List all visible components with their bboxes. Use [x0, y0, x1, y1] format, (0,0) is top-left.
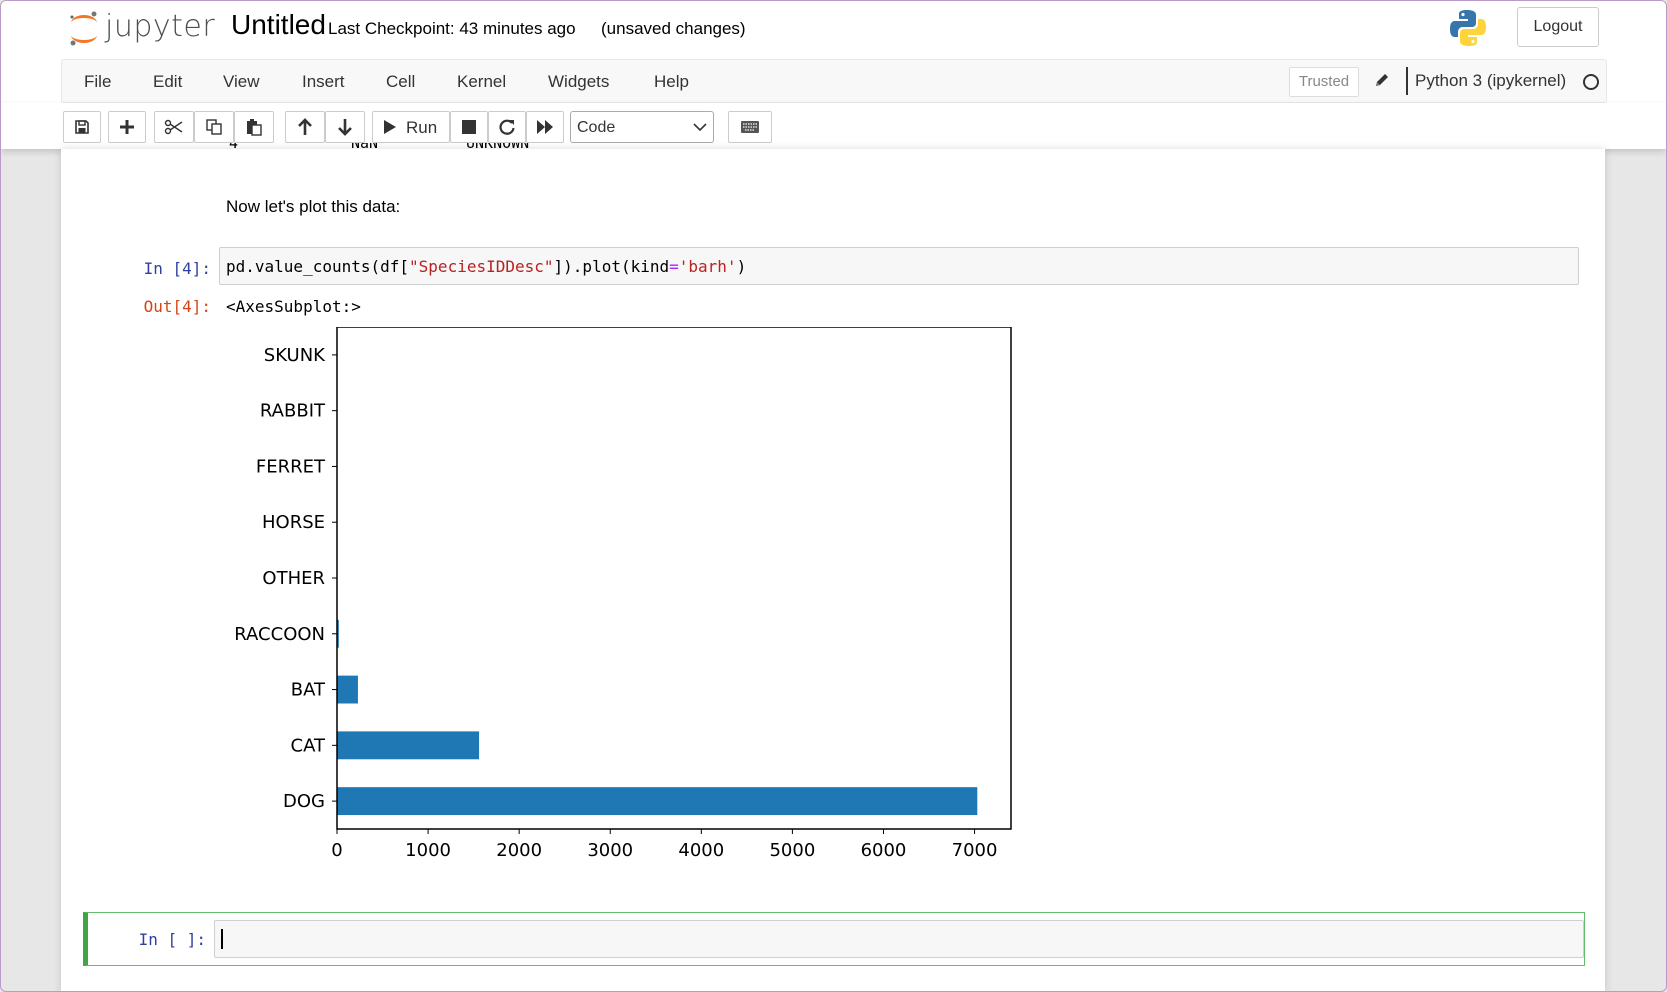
x-tick-label: 7000 — [952, 840, 998, 861]
browser-frame: jupyter Untitled Last Checkpoint: 43 min… — [0, 0, 1667, 992]
run-button[interactable]: Run — [372, 111, 450, 143]
chevron-down-icon — [693, 123, 707, 132]
cut-button[interactable] — [154, 111, 194, 143]
table-cell: 4 — [229, 143, 239, 152]
insert-cell-button[interactable] — [108, 111, 146, 143]
code-token: ]).plot(kind — [553, 257, 670, 276]
x-tick-label: 2000 — [496, 840, 542, 861]
bar-bat — [337, 675, 358, 704]
y-tick-label: BAT — [291, 680, 326, 701]
x-tick-label: 6000 — [861, 840, 907, 861]
menu-file[interactable]: File — [84, 72, 111, 92]
paste-button[interactable] — [234, 111, 274, 143]
y-tick-label: CAT — [291, 735, 326, 756]
x-tick-label: 5000 — [769, 840, 815, 861]
pencil-icon[interactable] — [1373, 71, 1391, 89]
output-text: <AxesSubplot:> — [226, 297, 361, 316]
arrow-up-icon — [298, 118, 312, 135]
scissors-icon — [164, 119, 183, 135]
code-text: pd.value_counts(df["SpeciesIDDesc"]).plo… — [226, 257, 746, 276]
interrupt-button[interactable] — [450, 111, 488, 143]
bar-dog — [337, 787, 978, 816]
checkpoint-status: Last Checkpoint: 43 minutes ago — [328, 19, 576, 38]
trusted-badge[interactable]: Trusted — [1289, 67, 1359, 97]
code-token: ) — [736, 257, 747, 276]
active-code-cell[interactable]: In [ ]: — [83, 912, 1585, 966]
restart-button[interactable] — [488, 111, 526, 143]
kernel-idle-indicator-icon — [1583, 74, 1599, 90]
y-tick-label: HORSE — [262, 512, 325, 533]
jupyter-logo-icon — [70, 11, 97, 46]
move-up-button[interactable] — [285, 111, 325, 143]
menu-kernel[interactable]: Kernel — [457, 72, 506, 92]
menu-insert[interactable]: Insert — [302, 72, 345, 92]
x-tick-label: 0 — [331, 840, 342, 861]
keyboard-icon — [741, 121, 759, 133]
y-tick-label: RACCOON — [234, 624, 325, 645]
menu-help[interactable]: Help — [654, 72, 689, 92]
bar-chart: SKUNK RABBIT FERRET HORSE OTHER RACCOON BAT CAT… — [234, 327, 1012, 861]
logout-button[interactable]: Logout — [1517, 7, 1599, 47]
stop-icon — [462, 120, 476, 134]
run-label: Run — [406, 118, 438, 137]
command-palette-button[interactable] — [728, 111, 772, 143]
kernel-separator — [1406, 67, 1408, 95]
kernel-name[interactable]: Python 3 (ipykernel) — [1415, 71, 1566, 91]
code-string: "SpeciesIDDesc" — [409, 257, 554, 276]
code-operator: = — [669, 257, 679, 276]
save-icon — [75, 120, 89, 134]
jupyter-logo-text: jupyter — [105, 9, 216, 44]
notebook-container: 4 NaN UNKNOWN Now let's plot this data: … — [61, 143, 1605, 991]
cell-type-select[interactable]: Code — [570, 111, 714, 143]
arrow-down-icon — [338, 119, 352, 136]
menu-view[interactable]: View — [223, 72, 260, 92]
code-string: 'barh' — [678, 257, 737, 276]
jupyter-logo[interactable]: jupyter — [67, 9, 215, 51]
x-tick-label: 4000 — [678, 840, 724, 861]
y-tick-label: OTHER — [262, 568, 325, 589]
menu-cell[interactable]: Cell — [386, 72, 415, 92]
move-down-button[interactable] — [325, 111, 365, 143]
copy-button[interactable] — [194, 111, 234, 143]
menu-widgets[interactable]: Widgets — [548, 72, 609, 92]
python-logo-icon — [1450, 10, 1486, 46]
in-prompt: In [4]: — [143, 259, 211, 278]
code-input[interactable]: pd.value_counts(df["SpeciesIDDesc"]).plo… — [219, 247, 1579, 285]
y-tick-label: DOG — [283, 791, 325, 812]
play-icon — [384, 120, 396, 134]
y-tick-label: FERRET — [256, 456, 326, 477]
y-tick-label: SKUNK — [264, 345, 326, 366]
unsaved-status: (unsaved changes) — [601, 19, 746, 38]
fast-forward-icon — [537, 120, 553, 134]
paste-icon — [247, 119, 262, 136]
text-cursor — [221, 929, 223, 949]
markdown-text: Now let's plot this data: — [226, 197, 401, 216]
table-cell: NaN — [351, 143, 379, 152]
restart-icon — [499, 119, 515, 135]
out-prompt: Out[4]: — [143, 297, 211, 316]
code-token: pd.value_counts(df[ — [226, 257, 410, 276]
y-tick-label: RABBIT — [260, 401, 326, 422]
header: jupyter Untitled Last Checkpoint: 43 min… — [1, 1, 1666, 59]
save-button[interactable] — [63, 111, 101, 143]
table-cell: UNKNOWN — [466, 143, 530, 152]
restart-run-all-button[interactable] — [526, 111, 564, 143]
in-prompt: In [ ]: — [138, 930, 206, 949]
copy-icon — [206, 119, 222, 135]
bar-cat — [337, 731, 480, 760]
cell-type-value: Code — [577, 119, 616, 136]
menu-edit[interactable]: Edit — [153, 72, 182, 92]
x-tick-label: 1000 — [405, 840, 451, 861]
plus-icon — [120, 120, 134, 134]
toolbar: Run Code — [1, 103, 1666, 149]
x-tick-label: 3000 — [587, 840, 633, 861]
code-input[interactable] — [214, 920, 1584, 958]
notebook-name[interactable]: Untitled — [231, 9, 326, 41]
